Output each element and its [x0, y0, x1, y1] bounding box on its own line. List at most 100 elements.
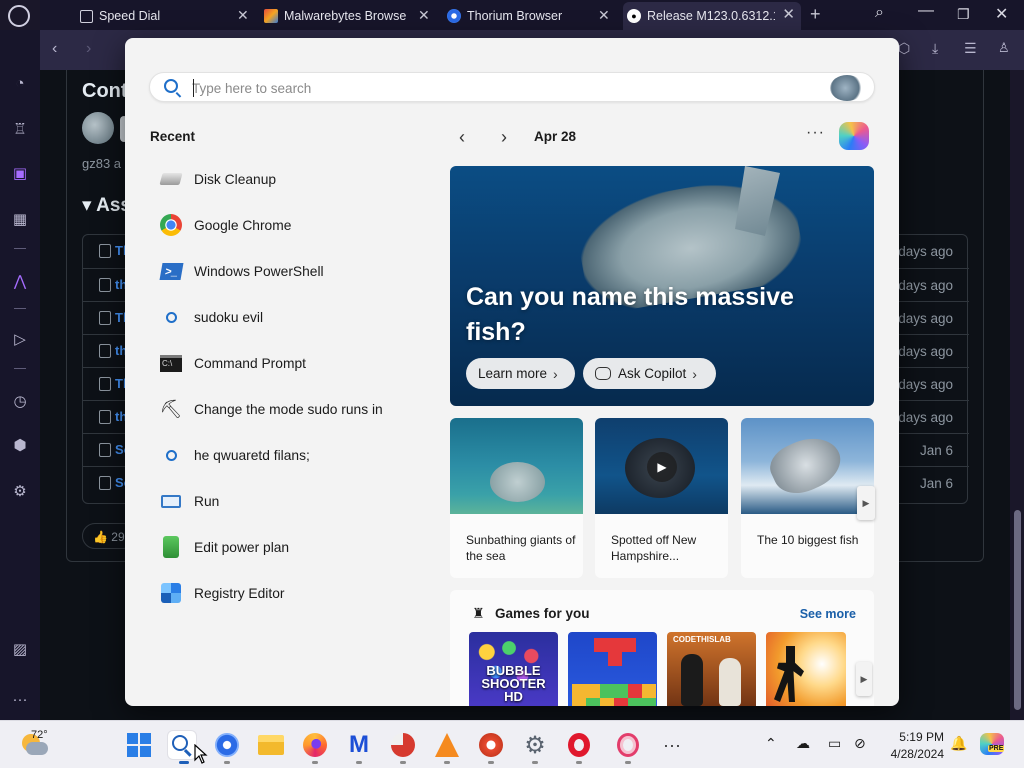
clock-date[interactable]: 4/28/2024: [876, 747, 944, 761]
see-more-link[interactable]: See more: [800, 607, 856, 621]
game-tile-stickman[interactable]: [766, 632, 846, 706]
taskbar-settings[interactable]: ⚙: [521, 731, 549, 759]
back-button[interactable]: ‹: [52, 40, 57, 58]
player-icon[interactable]: ▷: [10, 330, 30, 350]
game-tile-chess[interactable]: CODETHISLAB: [667, 632, 756, 706]
recent-item-run[interactable]: Run: [147, 481, 447, 521]
game-tile-blocks[interactable]: [568, 632, 657, 706]
tab-malwarebytes[interactable]: Malwarebytes Browser G: [264, 2, 414, 30]
taskbar-search-button[interactable]: [168, 731, 196, 759]
profile-icon[interactable]: ♙: [998, 40, 1010, 56]
extensions-cube-icon[interactable]: ⬡: [898, 40, 910, 57]
window-close-button[interactable]: ✕: [995, 4, 1008, 24]
play-icon[interactable]: ▶: [647, 452, 677, 482]
taskbar-firefox[interactable]: [301, 731, 329, 759]
highlights-prev-button[interactable]: ‹: [459, 127, 465, 148]
zip-file-icon: [99, 476, 111, 490]
tab-close-icon[interactable]: ✕: [782, 7, 795, 22]
games-next-button[interactable]: ▶: [856, 662, 872, 696]
carousel-next-button[interactable]: ▶: [857, 486, 875, 520]
tab-speed-dial[interactable]: Speed Dial: [80, 2, 250, 30]
run-icon: [159, 489, 183, 513]
scrollbar-thumb[interactable]: [1014, 510, 1021, 710]
taskbar-vlc[interactable]: [433, 731, 461, 759]
downloads-icon[interactable]: ⤓: [932, 40, 938, 57]
tab-search-icon[interactable]: ⌕: [875, 4, 884, 22]
taskbar-malwarebytes[interactable]: M: [345, 731, 373, 759]
recent-heading: Recent: [150, 129, 196, 144]
learn-more-button[interactable]: Learn more ›: [466, 358, 575, 389]
search-highlight-fish-icon[interactable]: [830, 75, 864, 101]
more-options-button[interactable]: ···: [806, 124, 825, 142]
search-icon: [159, 443, 183, 467]
extension-sidebar-icon[interactable]: ▦: [10, 210, 30, 230]
opera-menu-icon[interactable]: [8, 5, 30, 27]
folder-icon: [258, 735, 284, 755]
wallpaper-icon[interactable]: ▨: [10, 640, 30, 660]
taskbar-opera[interactable]: [565, 731, 593, 759]
recent-item-sudoku-evil[interactable]: sudoku evil: [147, 297, 447, 337]
recent-item-chrome[interactable]: Google Chrome: [147, 205, 447, 245]
extensions-sidebar-icon[interactable]: ⬢: [10, 436, 30, 456]
easy-setup-icon[interactable]: ☰: [964, 40, 977, 57]
clock-time[interactable]: 5:19 PM: [892, 730, 944, 744]
assets-heading[interactable]: ▾ Ass: [82, 194, 131, 217]
search-box[interactable]: [149, 72, 875, 102]
speed-dial-sidebar-icon[interactable]: ◔: [10, 74, 30, 94]
story-card[interactable]: The 10 biggest fish: [741, 418, 874, 578]
network-offline-icon[interactable]: ☁: [796, 735, 810, 752]
taskbar-ccleaner[interactable]: [389, 731, 417, 759]
start-button[interactable]: [125, 731, 153, 759]
display-icon[interactable]: ▭: [828, 735, 841, 752]
running-indicator: [444, 761, 450, 764]
firefox-icon: [303, 733, 327, 757]
recent-item-registry-editor[interactable]: Registry Editor: [147, 573, 447, 613]
package-icon: [99, 410, 111, 424]
taskbar-app-red[interactable]: [477, 731, 505, 759]
hero-highlight-card[interactable]: Can you name this massive fish? Learn mo…: [450, 166, 874, 406]
github-favicon: ●: [627, 9, 641, 23]
taskbar-overflow-button[interactable]: ···: [658, 731, 686, 759]
highlights-next-button[interactable]: ›: [501, 127, 507, 148]
tab-close-icon[interactable]: ✕: [418, 7, 430, 24]
twitch-icon[interactable]: ▣: [10, 164, 30, 184]
game-tile-bubble-shooter[interactable]: BUBBLE SHOOTER HD: [469, 632, 558, 706]
sidebar-more-icon[interactable]: ···: [10, 690, 30, 710]
forward-button[interactable]: ›: [86, 40, 91, 58]
story-image: ▶: [595, 418, 728, 514]
settings-gear-icon[interactable]: ⚙: [10, 482, 30, 502]
recent-item-search-query[interactable]: he qwuaretd filans;: [147, 435, 447, 475]
tab-github-release[interactable]: ● Release M123.0.6312.13 ✕: [623, 2, 801, 30]
taskbar-thorium[interactable]: [213, 731, 241, 759]
taskbar-file-explorer[interactable]: [257, 731, 285, 759]
tab-close-icon[interactable]: ✕: [598, 7, 610, 24]
minimize-button[interactable]: —: [918, 2, 934, 20]
ask-copilot-button[interactable]: Ask Copilot ›: [583, 358, 716, 389]
show-hidden-icons[interactable]: ⌃: [765, 735, 777, 752]
recent-item-sudo-mode[interactable]: ⛏ Change the mode sudo runs in: [147, 389, 447, 429]
copilot-preview-icon[interactable]: PRE: [980, 733, 1005, 755]
tab-thorium[interactable]: Thorium Browser: [447, 2, 607, 30]
windows-taskbar: 72° M ⚙ ··· ⌃ ☁ ▭ ⊘ 5:19 PM 4/28/2024 🔔: [0, 720, 1024, 768]
taskbar-opera-gx[interactable]: [614, 731, 642, 759]
story-card[interactable]: ▶ Spotted off New Hampshire...: [595, 418, 728, 578]
recent-item-command-prompt[interactable]: C:\ Command Prompt: [147, 343, 447, 383]
tab-close-icon[interactable]: ✕: [237, 7, 249, 24]
aria-sidebar-icon[interactable]: ♖: [10, 120, 30, 140]
history-icon[interactable]: ◷: [10, 392, 30, 412]
package-icon: [99, 244, 111, 258]
copilot-icon[interactable]: [839, 122, 869, 150]
recent-item-disk-cleanup[interactable]: Disk Cleanup: [147, 159, 447, 199]
restore-button[interactable]: ❐: [957, 6, 970, 23]
volume-muted-icon[interactable]: ⊘: [854, 735, 866, 752]
story-card[interactable]: Sunbathing giants of the sea: [450, 418, 583, 578]
recent-item-power-plan[interactable]: Edit power plan: [147, 527, 447, 567]
search-input[interactable]: [192, 78, 812, 98]
arc-sidebar-icon[interactable]: ⋀: [10, 272, 30, 292]
new-tab-button[interactable]: +: [810, 4, 821, 25]
notification-bell-icon[interactable]: 🔔: [950, 735, 967, 752]
page-scrollbar[interactable]: [1012, 70, 1024, 720]
avatar[interactable]: [82, 112, 114, 144]
contributor-text: gz83 a: [82, 156, 122, 171]
recent-item-powershell[interactable]: >_ Windows PowerShell: [147, 251, 447, 291]
